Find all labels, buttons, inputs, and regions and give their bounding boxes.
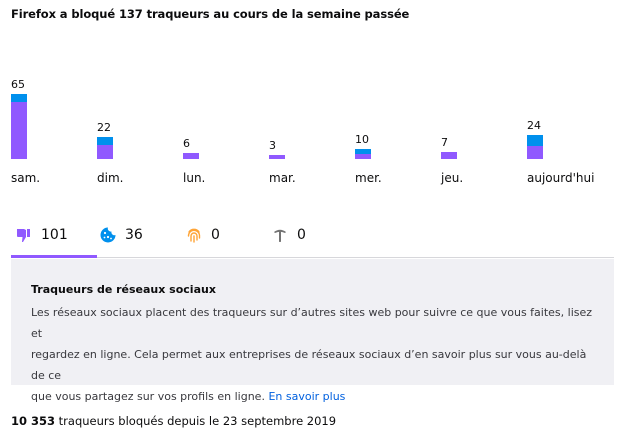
bar-count-label: 3 bbox=[269, 139, 276, 152]
bar-social bbox=[269, 155, 285, 159]
tab-count: 0 bbox=[297, 227, 306, 243]
thumbs-down-icon bbox=[17, 229, 30, 242]
selected-tab-indicator bbox=[11, 255, 97, 258]
bar-social bbox=[97, 145, 113, 159]
bar-cookies bbox=[97, 137, 113, 145]
day-label: aujourd'hui bbox=[527, 171, 595, 185]
cookie-icon bbox=[100, 227, 116, 243]
panel-text-line: que vous partagez sur vos profils en lig… bbox=[31, 390, 265, 403]
tab-social-trackers[interactable]: 101 bbox=[15, 214, 68, 256]
tab-count: 101 bbox=[41, 227, 68, 243]
tab-count: 0 bbox=[211, 227, 220, 243]
bar-social bbox=[441, 152, 457, 159]
bar-social bbox=[527, 146, 543, 159]
pickaxe-icon bbox=[274, 229, 286, 242]
bar-count-label: 7 bbox=[441, 136, 448, 149]
learn-more-link[interactable]: En savoir plus bbox=[268, 390, 345, 403]
tabs-divider bbox=[11, 257, 614, 258]
day-label: mer. bbox=[355, 171, 382, 185]
tab-count: 36 bbox=[125, 227, 143, 243]
bar-cookies bbox=[355, 149, 371, 154]
bar-social bbox=[11, 102, 27, 159]
protections-dashboard: Firefox a bloqué 137 traqueurs au cours … bbox=[0, 0, 624, 445]
total-blocked-count: 10 353 bbox=[11, 414, 56, 428]
bar-count-label: 10 bbox=[355, 133, 369, 146]
day-label: sam. bbox=[11, 171, 41, 185]
day-label: mar. bbox=[269, 171, 296, 185]
day-label: dim. bbox=[97, 171, 124, 185]
bar-cookies bbox=[527, 135, 543, 146]
day-label: lun. bbox=[183, 171, 206, 185]
bar-cookies bbox=[11, 94, 27, 102]
panel-text-line: Les réseaux sociaux placent des traqueur… bbox=[31, 306, 593, 340]
bar-count-label: 24 bbox=[527, 119, 541, 132]
fingerprint-icon bbox=[187, 228, 201, 243]
bar-count-label: 6 bbox=[183, 137, 190, 150]
total-blocked-text: traqueurs bloqués depuis le 23 septembre… bbox=[55, 414, 337, 428]
tab-fingerprinters[interactable]: 0 bbox=[185, 214, 220, 256]
total-blocked-summary: 10 353 traqueurs bloqués depuis le 23 se… bbox=[11, 414, 336, 428]
tab-cryptominers[interactable]: 0 bbox=[271, 214, 306, 256]
bar-social bbox=[355, 154, 371, 159]
day-label: jeu. bbox=[441, 171, 464, 185]
panel-title: Traqueurs de réseaux sociaux bbox=[31, 283, 216, 296]
tracker-type-tabs: 101 36 0 0 bbox=[11, 214, 614, 258]
bar-count-label: 22 bbox=[97, 121, 111, 134]
bar-count-label: 65 bbox=[11, 78, 25, 91]
tab-cookies[interactable]: 36 bbox=[99, 214, 143, 256]
bar-social bbox=[183, 153, 199, 159]
weekly-tracker-chart: 65 sam. 22 dim. 6 lun. 3 mar. 10 mer. 7 jeu. 24 aujou… bbox=[0, 0, 624, 200]
panel-description: Les réseaux sociaux placent des traqueur… bbox=[31, 302, 594, 407]
tracker-info-panel: Traqueurs de réseaux sociaux Les réseaux… bbox=[11, 259, 614, 403]
panel-text-line: regardez en ligne. Cela permet aux entre… bbox=[31, 348, 587, 382]
